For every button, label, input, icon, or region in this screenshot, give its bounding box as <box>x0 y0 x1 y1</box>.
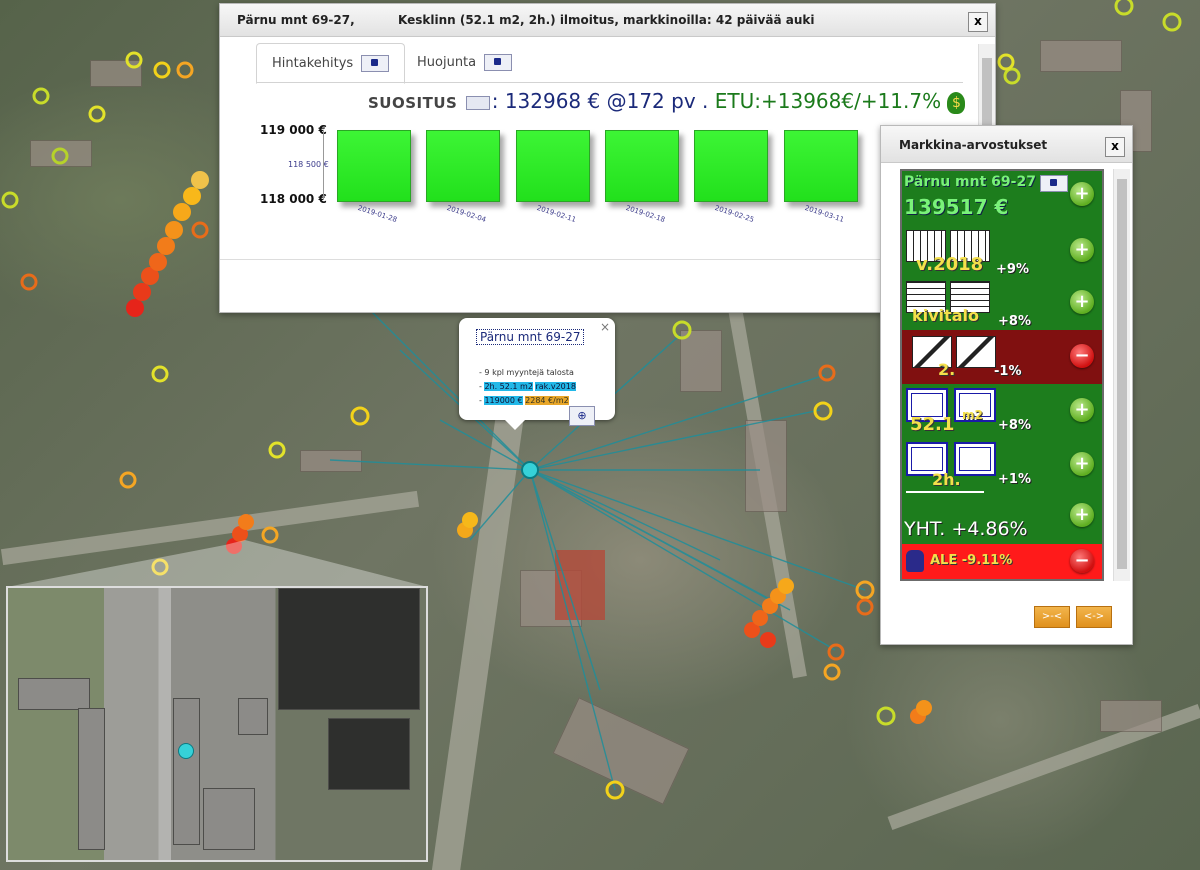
target-property-marker <box>521 461 539 479</box>
add-button[interactable]: + <box>1070 290 1094 314</box>
hand-stop-icon <box>906 550 924 572</box>
x-tick-label: 2019-02-18 <box>624 203 666 225</box>
building <box>238 698 268 735</box>
factor-label: kivitalo <box>912 306 979 325</box>
divider <box>906 491 984 493</box>
recommendation-line: SUOSITUS : 132968 € @172 pv . ETU:+13968… <box>368 89 966 114</box>
collapse-button[interactable]: >-< <box>1034 606 1070 628</box>
discount-value: ALE -9.11% <box>930 553 1013 568</box>
add-button[interactable]: + <box>1070 238 1094 262</box>
factor-label: v.2018 <box>916 254 984 275</box>
total-adjustment: YHT. +4.86% <box>904 518 1028 540</box>
factor-pct: +1% <box>998 472 1031 487</box>
chart-bar[interactable] <box>337 130 411 202</box>
x-tick-label: 2019-02-04 <box>446 203 488 225</box>
separator: . <box>695 89 715 113</box>
add-button[interactable]: + <box>1070 503 1094 527</box>
factor-unit: m2 <box>962 408 983 422</box>
expand-button[interactable]: + <box>1070 182 1094 206</box>
money-bag-icon: $ <box>947 91 966 114</box>
chart-icon <box>361 55 390 72</box>
factor-row-floor: 2. -1% − <box>902 330 1102 384</box>
x-tick-label: 2019-01-28 <box>356 203 398 225</box>
y-axis <box>323 130 324 200</box>
factor-label: 52.1 <box>910 414 955 435</box>
tab-label: Huojunta <box>417 55 477 70</box>
factor-label: 2. <box>938 360 956 379</box>
aerial-inset[interactable] <box>6 586 428 862</box>
tab-divider <box>256 82 963 83</box>
zoom-in-icon[interactable]: ⊕ <box>569 406 595 426</box>
x-tick-label: 2019-03-11 <box>803 203 845 225</box>
chart-bar[interactable] <box>515 130 590 202</box>
building <box>328 718 410 790</box>
tab-huojunta[interactable]: Huojunta <box>402 43 527 82</box>
dialog-title: Markkina-arvostukset <box>899 138 1048 152</box>
chart-bar[interactable] <box>426 130 501 202</box>
recommendation-label: SUOSITUS <box>368 94 458 112</box>
benefit-value: ETU:+13968€/+11.7% <box>714 89 942 113</box>
y-tick-label: 118 000 € <box>260 192 327 206</box>
popup-sales-count: - 9 kpl myyntejä talosta <box>479 368 574 377</box>
remove-button[interactable]: − <box>1070 549 1094 573</box>
factor-pct: -1% <box>994 364 1022 379</box>
dialog-titlebar[interactable]: Pärnu mnt 69-27, Kesklinn (52.1 m2, 2h.)… <box>220 4 995 37</box>
tab-hintakehitys[interactable]: Hintakehitys <box>256 43 406 84</box>
floor-icon <box>956 336 996 368</box>
popup-price: 119000 € <box>484 396 523 405</box>
add-button[interactable]: + <box>1070 398 1094 422</box>
factor-pct: +8% <box>998 314 1031 329</box>
inset-callout <box>12 540 424 586</box>
colon: : <box>491 89 499 113</box>
valuation-panel: Pärnu mnt 69-27 139517 € + v.2018 +9% + … <box>900 169 1104 581</box>
property-popup: Pärnu mnt 69-27 × - 9 kpl myyntejä talos… <box>459 318 615 430</box>
add-button[interactable]: + <box>1070 452 1094 476</box>
chart-bar[interactable] <box>694 130 769 202</box>
scrollbar-thumb[interactable] <box>1117 179 1127 569</box>
discount-row: ALE -9.11% − <box>902 544 1102 579</box>
close-button[interactable]: x <box>1105 137 1125 157</box>
remove-button[interactable]: − <box>1070 344 1094 368</box>
factor-row-year: v.2018 +9% + kivitalo +8% + <box>902 226 1102 330</box>
dialog-footer-divider <box>220 259 995 260</box>
x-tick-label: 2019-02-11 <box>535 203 577 225</box>
valuation-address: Pärnu mnt 69-27 <box>904 174 1036 190</box>
expand-button[interactable]: <-> <box>1076 606 1112 628</box>
valuation-price: 139517 € <box>904 195 1009 219</box>
popup-price-row: - 119000 € 2284 €/m2 <box>479 396 569 405</box>
factor-pct: +8% <box>998 418 1031 433</box>
factor-pct: +9% <box>996 262 1029 277</box>
popup-price-per-m2: 2284 €/m2 <box>525 396 569 405</box>
tab-label: Hintakehitys <box>272 56 354 71</box>
close-button[interactable]: x <box>968 12 988 32</box>
recommendation-value: 132968 € @172 pv <box>504 89 696 113</box>
building <box>203 788 255 850</box>
dialog-title-address: Pärnu mnt 69-27, <box>237 13 355 27</box>
popup-size: 2h. 52.1 m2 <box>484 382 533 391</box>
building <box>18 678 90 710</box>
price-chart: 119 000 € 118 500 € 118 000 € 2019-01-28… <box>220 116 995 256</box>
dialog-titlebar[interactable]: Markkina-arvostukset x <box>881 126 1132 163</box>
chart-icon <box>484 54 513 71</box>
chart-bar[interactable] <box>783 130 858 202</box>
building <box>78 708 105 850</box>
info-icon[interactable] <box>1040 175 1068 192</box>
dialog-title-info: Kesklinn (52.1 m2, 2h.) ilmoitus, markki… <box>398 13 815 27</box>
search-icon[interactable] <box>465 95 490 110</box>
x-tick-label: 2019-02-25 <box>713 203 756 225</box>
building <box>173 698 200 845</box>
scrollbar[interactable] <box>1113 169 1130 581</box>
factor-label: 2h. <box>932 470 961 489</box>
target-property-marker <box>178 743 194 759</box>
y-tick-label: 119 000 € <box>260 123 327 137</box>
popup-close-button[interactable]: × <box>600 320 610 334</box>
popup-year: rak.v2018 <box>535 382 576 391</box>
building <box>278 588 420 710</box>
valuation-header: Pärnu mnt 69-27 139517 € + <box>902 171 1102 226</box>
popup-details: - 2h. 52.1 m2 rak.v2018 <box>479 382 576 391</box>
popup-title[interactable]: Pärnu mnt 69-27 <box>476 329 585 345</box>
market-valuation-dialog: Markkina-arvostukset x Pärnu mnt 69-27 1… <box>880 125 1133 645</box>
chart-bar[interactable] <box>604 130 679 202</box>
factor-row-size: 52.1 m2 +8% + 2h. +1% + YHT. +4.86% + <box>902 384 1102 544</box>
